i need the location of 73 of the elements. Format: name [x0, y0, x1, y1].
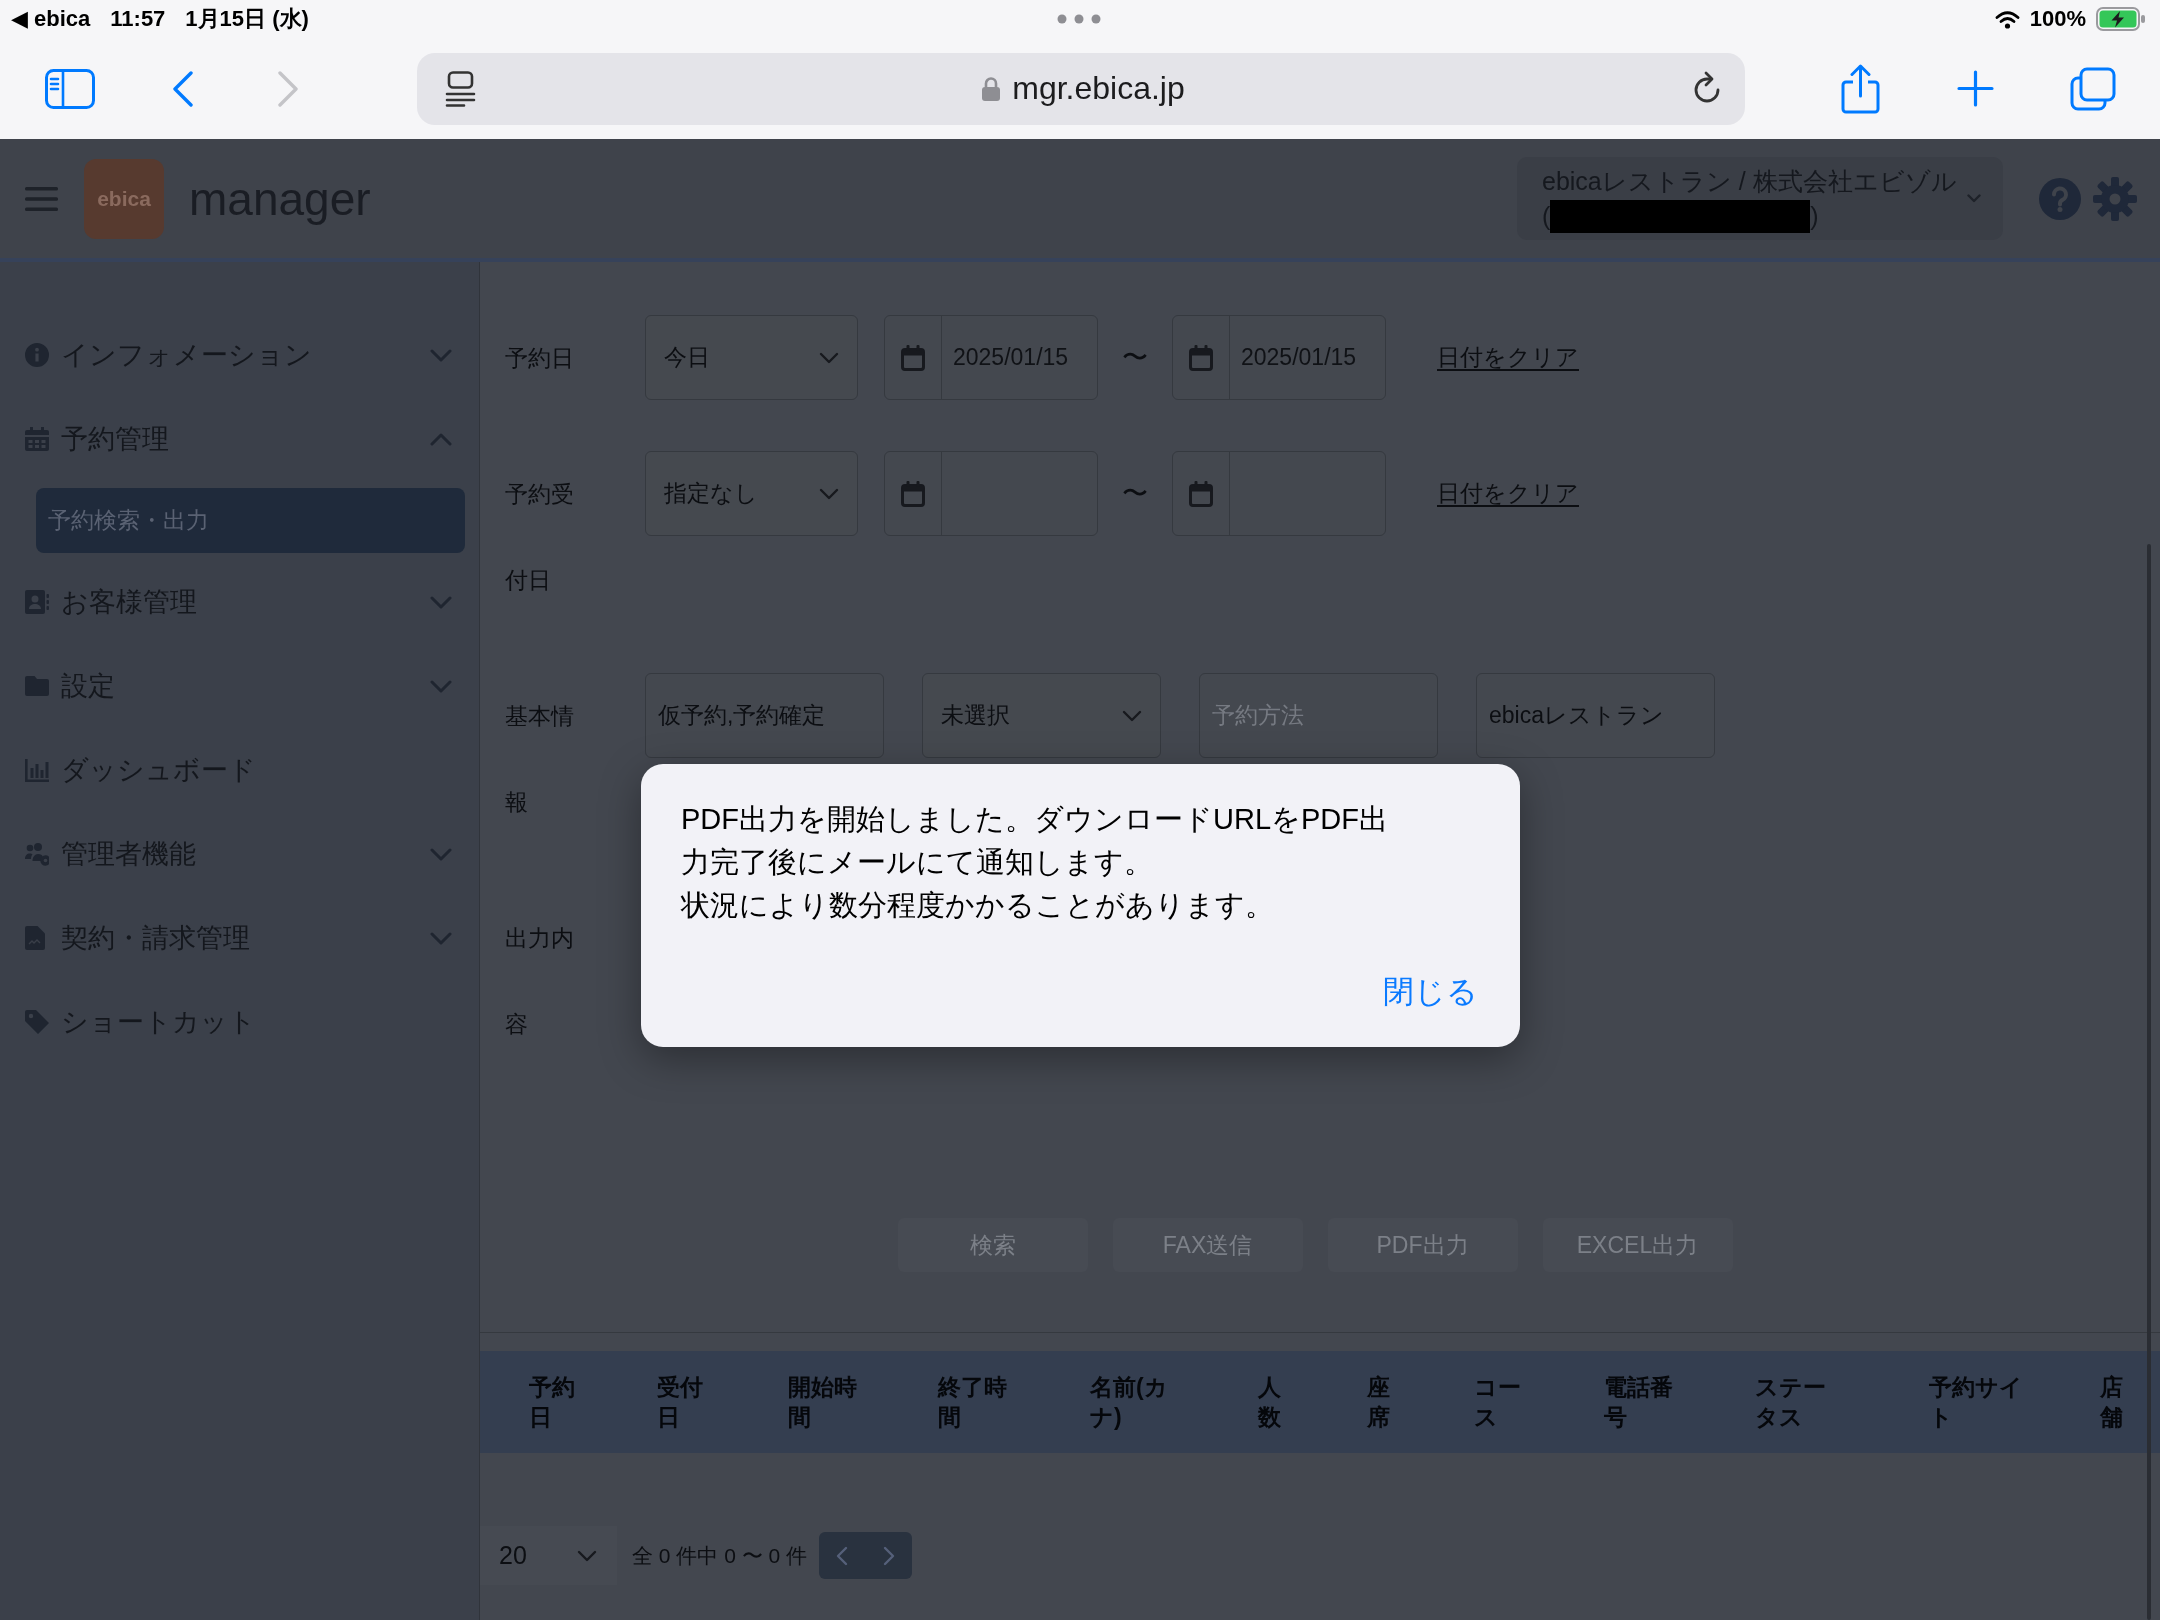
calendar-icon — [1189, 344, 1213, 371]
calendar-icon — [901, 480, 925, 507]
page-menu-icon[interactable] — [445, 70, 476, 107]
column-header: 店舗 — [2100, 1373, 2124, 1432]
info-icon — [25, 343, 49, 367]
select-dropdown[interactable]: 未選択 — [922, 673, 1161, 758]
column-header: 名前(カナ) — [1090, 1373, 1169, 1432]
bar-chart-icon — [25, 758, 49, 782]
column-header: 開始時間 — [788, 1373, 858, 1432]
tabs-icon[interactable] — [2070, 66, 2116, 111]
chevron-down-icon — [819, 351, 839, 364]
field-label: 出力内容 — [505, 924, 575, 1039]
menu-icon[interactable] — [25, 186, 58, 211]
chevron-down-icon — [819, 487, 839, 500]
column-header: 座席 — [1367, 1373, 1391, 1432]
column-header: コース — [1474, 1373, 1522, 1432]
url-text: mgr.ebica.jp — [1012, 70, 1185, 107]
range-separator: 〜 — [1121, 477, 1149, 510]
column-header: 人数 — [1258, 1373, 1282, 1432]
field-label: 基本情報 — [505, 702, 575, 817]
field-label: 予約受付日 — [505, 480, 575, 595]
column-header: ステータス — [1755, 1373, 1827, 1432]
contact-card-icon — [25, 590, 49, 614]
chevron-left-icon — [172, 70, 194, 107]
clear-dates-link[interactable]: 日付をクリア — [1437, 478, 1579, 509]
chevron-left-icon — [836, 1545, 849, 1566]
tag-icon — [25, 1010, 49, 1034]
period-dropdown[interactable]: 今日 — [645, 315, 858, 400]
calendar-icon — [901, 344, 925, 371]
column-header: 予約日 — [529, 1373, 576, 1432]
share-icon[interactable] — [1841, 63, 1880, 114]
status-time: 11:57 — [110, 6, 166, 32]
settings-icon[interactable] — [2093, 176, 2137, 221]
text-field[interactable]: ebicaレストラン — [1476, 673, 1715, 758]
range-separator: 〜 — [1121, 341, 1149, 374]
address-bar[interactable]: mgr.ebica.jp — [417, 52, 1745, 125]
chevron-right-icon — [882, 1545, 895, 1566]
chevron-down-icon — [1967, 194, 1981, 203]
help-icon[interactable] — [2039, 177, 2081, 220]
status-date: 1月15日 (水) — [185, 5, 309, 33]
chevron-down-icon — [577, 1549, 597, 1562]
chevron-down-icon — [1122, 709, 1142, 722]
back-to-app-link[interactable]: ◀ ebica — [11, 6, 91, 32]
battery-icon — [2096, 7, 2146, 31]
close-button[interactable]: 閉じる — [1383, 967, 1478, 1017]
lock-icon — [982, 76, 1001, 101]
text-field[interactable]: 仮予約,予約確定 — [645, 673, 884, 758]
column-header: 終了時間 — [938, 1373, 1008, 1432]
column-header: 予約サイト — [1929, 1373, 2024, 1432]
calendar-icon — [1189, 480, 1213, 507]
date-field[interactable]: 2025/01/15 — [1172, 315, 1386, 400]
users-gear-icon — [25, 842, 49, 866]
period-dropdown[interactable]: 指定なし — [645, 451, 858, 536]
calendar-icon — [25, 427, 49, 451]
battery-percent: 100% — [2029, 6, 2086, 32]
more-dots-icon[interactable] — [1056, 14, 1101, 24]
dialog-message: PDF出力を開始しました。ダウンロードURLをPDF出力完了後にメールにて通知します。 — [681, 802, 1389, 880]
column-header: 受付日 — [657, 1373, 704, 1432]
folder-icon — [25, 674, 49, 698]
clear-dates-link[interactable]: 日付をクリア — [1437, 342, 1579, 373]
back-button[interactable] — [172, 70, 194, 107]
wifi-icon — [1994, 9, 2020, 29]
sidebar-subitem[interactable]: 予約検索・出力 — [36, 488, 465, 553]
date-field[interactable] — [1172, 451, 1386, 536]
column-header: 電話番号 — [1604, 1373, 1674, 1432]
sidebar-toggle-icon[interactable] — [45, 68, 95, 109]
date-field[interactable] — [884, 451, 1098, 536]
date-field[interactable]: 2025/01/15 — [884, 315, 1098, 400]
dialog-message: 状況により数分程度かかることがあります。 — [681, 888, 1275, 923]
plus-icon[interactable] — [1957, 70, 1994, 107]
field-label: 予約日 — [505, 344, 575, 373]
chevron-right-icon — [277, 70, 299, 107]
result-count: 全 0 件中 0 〜 0 件 — [632, 1542, 808, 1569]
